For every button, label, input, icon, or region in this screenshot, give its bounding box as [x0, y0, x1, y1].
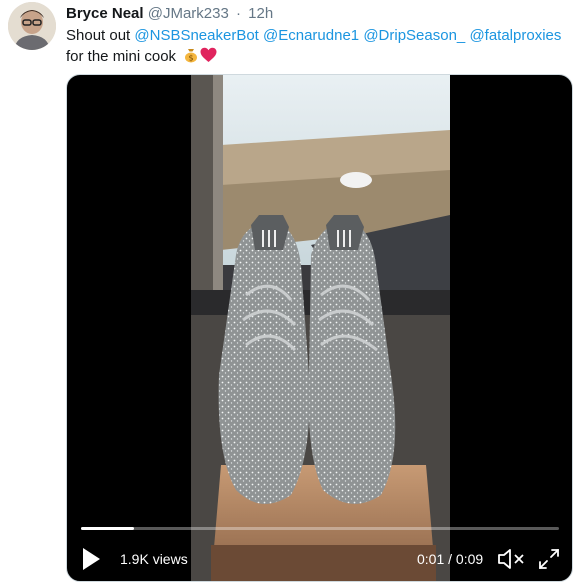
fullscreen-button[interactable]: [537, 547, 561, 571]
avatar[interactable]: [8, 2, 56, 50]
video-player[interactable]: 1.9K views 0:01 / 0:09: [66, 74, 573, 582]
author-name[interactable]: Bryce Neal: [66, 5, 144, 22]
speaker-muted-icon: [498, 549, 524, 569]
video-progress-fill: [81, 527, 134, 530]
mention-link[interactable]: @DripSeason_: [363, 27, 465, 44]
tweet-text: Shout out @NSBSneakerBot @Ecnarudne1 @Dr…: [66, 25, 571, 69]
play-button[interactable]: [81, 547, 101, 571]
mention-link[interactable]: @fatalproxies: [469, 27, 561, 44]
text-prefix: Shout out: [66, 27, 135, 44]
play-icon: [83, 548, 100, 570]
tweet-timestamp[interactable]: 12h: [248, 5, 273, 22]
mention-link[interactable]: @Ecnarudne1: [263, 27, 359, 44]
video-frame: [191, 75, 450, 581]
view-count: 1.9K views: [120, 551, 188, 567]
expand-icon: [539, 549, 559, 569]
red-heart-icon: [200, 47, 217, 69]
author-handle[interactable]: @JMark233: [148, 5, 229, 22]
tweet-header: Bryce Neal @JMark233 · 12h: [66, 4, 273, 24]
text-suffix: for the mini cook: [66, 48, 177, 65]
separator-dot: ·: [236, 5, 241, 22]
video-time: 0:01 / 0:09: [417, 551, 484, 567]
avatar-image: [8, 2, 56, 50]
mention-link[interactable]: @NSBSneakerBot: [134, 27, 258, 44]
tweet[interactable]: Bryce Neal @JMark233 · 12h Shout out @NS…: [0, 0, 579, 588]
video-controls: 1.9K views 0:01 / 0:09: [67, 537, 572, 581]
volume-button[interactable]: [497, 547, 525, 571]
video-progress-bar[interactable]: [81, 527, 559, 530]
money-bag-icon: $: [183, 47, 199, 69]
svg-text:$: $: [189, 54, 194, 63]
